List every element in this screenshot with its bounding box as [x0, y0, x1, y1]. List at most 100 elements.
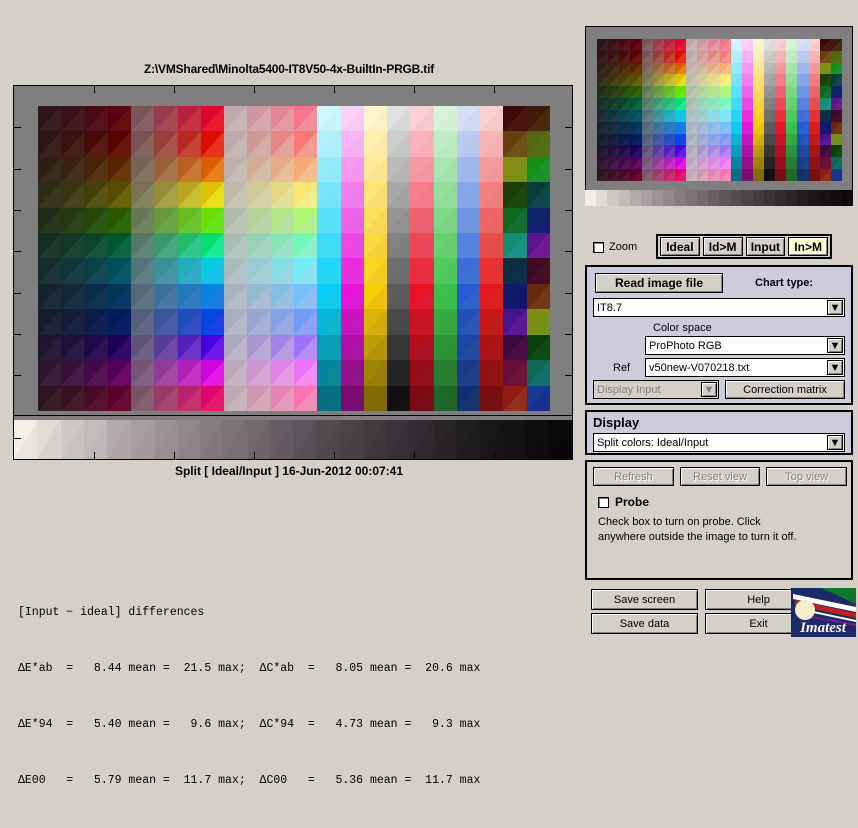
color-space-select[interactable]: ProPhoto RGB ▼ [645, 336, 845, 355]
color-patch[interactable] [608, 39, 620, 51]
color-patch[interactable] [764, 50, 776, 63]
color-patch[interactable] [719, 145, 731, 158]
color-patch[interactable] [630, 74, 642, 87]
color-patch[interactable] [641, 74, 653, 87]
color-patch[interactable] [686, 121, 698, 134]
color-patch[interactable] [652, 157, 664, 170]
color-patch[interactable] [730, 109, 742, 122]
color-patch[interactable] [652, 98, 664, 110]
color-patch[interactable] [775, 50, 787, 63]
color-patch[interactable] [741, 169, 753, 181]
color-patch[interactable] [730, 39, 742, 51]
color-patch[interactable] [764, 157, 776, 170]
color-patch[interactable] [719, 133, 731, 146]
color-patch[interactable] [641, 98, 653, 110]
thumbnail-preview[interactable] [585, 26, 853, 204]
color-patch[interactable] [830, 157, 842, 170]
color-patch[interactable] [730, 50, 742, 63]
color-patch[interactable] [830, 145, 842, 158]
reset-view-button[interactable]: Reset view [679, 467, 761, 486]
color-patch[interactable] [830, 121, 842, 134]
color-patch[interactable] [808, 121, 820, 134]
color-patch[interactable] [663, 169, 675, 181]
probe-checkbox[interactable] [598, 496, 609, 508]
color-patch[interactable] [619, 98, 631, 110]
color-patch[interactable] [697, 145, 709, 158]
color-patch[interactable] [808, 109, 820, 122]
color-patch[interactable] [686, 39, 698, 51]
color-patch[interactable] [697, 86, 709, 99]
color-patch[interactable] [764, 74, 776, 87]
color-patch[interactable] [830, 133, 842, 146]
color-patch[interactable] [819, 121, 831, 134]
color-patch[interactable] [663, 86, 675, 99]
color-patch[interactable] [786, 157, 798, 170]
color-patch[interactable] [719, 121, 731, 134]
color-patch[interactable] [641, 145, 653, 158]
color-patch[interactable] [674, 109, 687, 122]
chevron-down-icon[interactable]: ▼ [827, 338, 843, 353]
color-patch[interactable] [752, 169, 765, 181]
color-patch[interactable] [741, 157, 753, 170]
color-patch[interactable] [608, 157, 620, 170]
color-patch[interactable] [830, 86, 842, 99]
color-patch[interactable] [819, 109, 831, 122]
color-patch[interactable] [797, 86, 809, 99]
color-patch[interactable] [752, 50, 765, 63]
color-patch[interactable] [641, 109, 653, 122]
color-patch[interactable] [597, 39, 609, 51]
color-patch[interactable] [819, 169, 831, 181]
color-patch[interactable] [730, 86, 742, 99]
color-patch[interactable] [597, 74, 609, 87]
color-patch[interactable] [786, 62, 798, 75]
color-patch[interactable] [686, 98, 698, 110]
color-patch[interactable] [741, 121, 753, 134]
color-patch[interactable] [597, 157, 609, 170]
color-patch[interactable] [608, 133, 620, 146]
color-patch[interactable] [719, 157, 731, 170]
color-patch[interactable] [641, 39, 653, 51]
color-patch[interactable] [819, 145, 831, 158]
color-patch[interactable] [819, 62, 831, 75]
color-patch[interactable] [663, 62, 675, 75]
color-patch[interactable] [663, 145, 675, 158]
chevron-down-icon[interactable]: ▼ [827, 360, 843, 375]
color-patch[interactable] [652, 121, 664, 134]
color-patch[interactable] [674, 145, 687, 158]
color-patch[interactable] [764, 121, 776, 134]
color-patch[interactable] [608, 121, 620, 134]
color-patch[interactable] [830, 62, 842, 75]
color-patch[interactable] [741, 109, 753, 122]
color-patch[interactable] [752, 109, 765, 122]
color-patch[interactable] [797, 39, 809, 51]
color-patch[interactable] [775, 121, 787, 134]
color-patch[interactable] [752, 39, 765, 51]
color-patch[interactable] [619, 169, 631, 181]
color-patch[interactable] [708, 39, 720, 51]
color-patch[interactable] [819, 50, 831, 63]
color-patch[interactable] [775, 169, 787, 181]
color-patch[interactable] [797, 133, 809, 146]
color-patch[interactable] [674, 133, 687, 146]
color-patch[interactable] [797, 98, 809, 110]
color-patch[interactable] [619, 62, 631, 75]
color-patch[interactable] [686, 109, 698, 122]
color-patch[interactable] [630, 39, 642, 51]
color-patch[interactable] [786, 39, 798, 51]
view-button-id-to-m[interactable]: Id>M [702, 237, 743, 256]
color-patch[interactable] [641, 86, 653, 99]
color-patch[interactable] [741, 39, 753, 51]
color-patch[interactable] [797, 74, 809, 87]
display-mode-select[interactable]: Split colors: Ideal/Input ▼ [593, 433, 845, 452]
color-patch[interactable] [686, 74, 698, 87]
color-patch[interactable] [608, 62, 620, 75]
color-patch[interactable] [608, 98, 620, 110]
color-patch[interactable] [775, 98, 787, 110]
color-patch[interactable] [686, 133, 698, 146]
color-patch[interactable] [741, 86, 753, 99]
color-patch[interactable] [619, 121, 631, 134]
color-patch[interactable] [652, 74, 664, 87]
color-patch[interactable] [641, 121, 653, 134]
color-patch[interactable] [597, 169, 609, 181]
color-patch[interactable] [697, 133, 709, 146]
